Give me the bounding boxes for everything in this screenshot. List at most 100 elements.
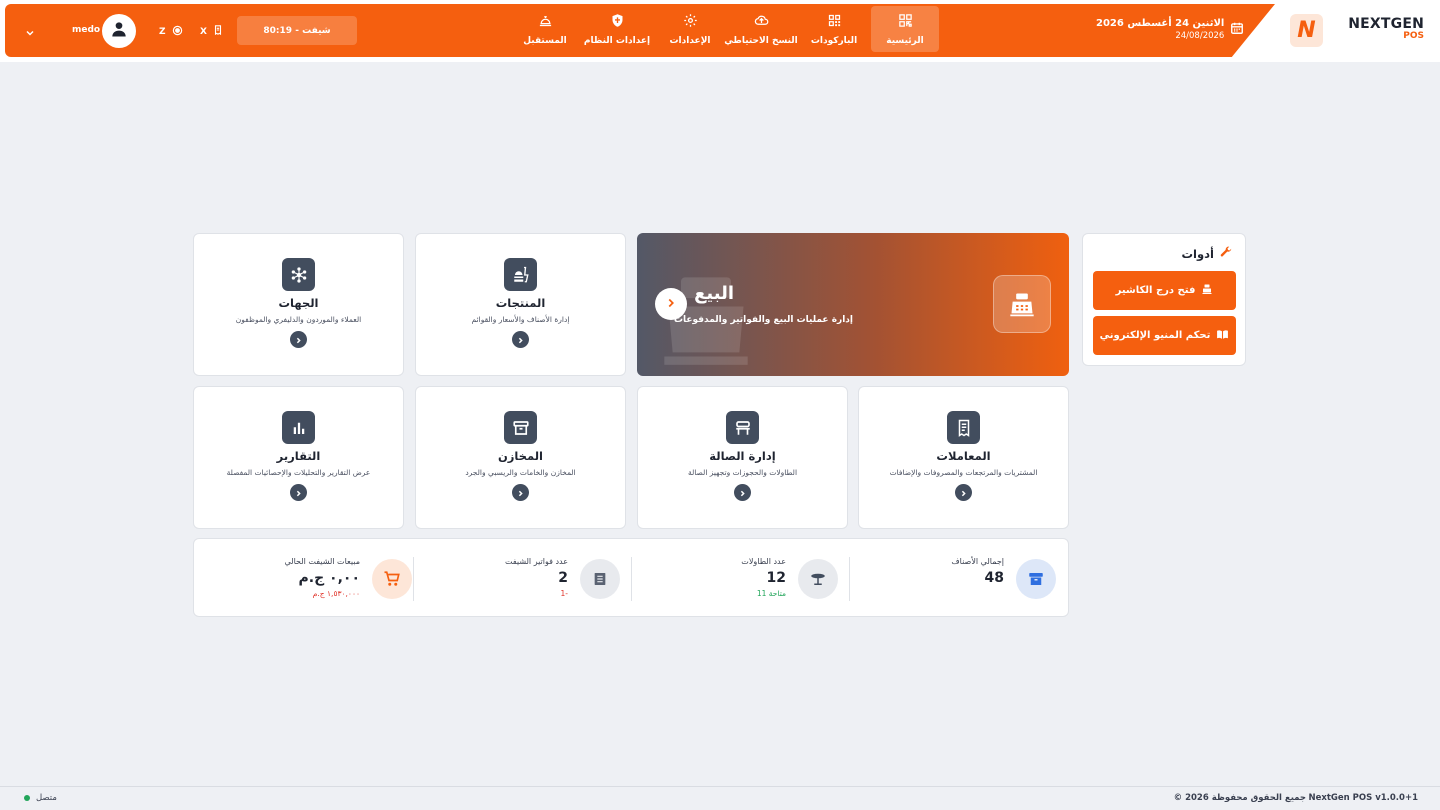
date-main: الاثنين 24 أغسطس 2026 [1096,18,1225,29]
stat-sales-label: مبيعات الشيفت الحالي [284,557,360,566]
stat-items: إجمالي الأصناف 48 [856,557,1056,603]
bar-chart-icon [282,411,315,444]
chevron-right-icon [294,483,303,502]
copyright: © 2026 جميع الحقوق محفوظة [1173,793,1306,803]
user-name: medo [72,25,101,35]
card-reports-desc: عرض التقارير والتحليلات والإحصائيات المف… [226,468,371,477]
chevron-right-icon [294,330,303,349]
card-products[interactable]: المنتجات إدارة الأصناف والأسعار والقوائم [415,233,626,376]
cash-register-icon [993,275,1051,333]
document-icon [580,559,620,599]
nav-barcodes-label: الباركودات [810,35,858,46]
chevron-right-icon [664,295,678,314]
chevron-right-icon [516,483,525,502]
stat-sales: مبيعات الشيفت الحالي ٠,٠٠ ج.م ١,٥٣٠,٠٠٠ … [212,557,412,603]
card-stores-title: المخازن [497,449,543,463]
cashier-icon [1201,283,1213,298]
nav-system-settings[interactable]: إعدادات النظام [584,6,650,52]
nav-reception[interactable]: المستقبل [522,6,568,52]
chevron-right-icon [738,483,747,502]
connection-status-label: متصل [36,793,57,803]
card-transactions[interactable]: المعاملات المشتريات والمرتجعات والمصروفا… [858,386,1069,529]
stat-invoices: عدد فواتير الشيفت 2 1- [420,557,620,603]
e-menu-control-label: تحكم المنيو الإلكتروني [1099,330,1211,341]
z-report-label: Z [159,27,166,37]
user-icon [109,19,129,43]
stat-tables-value: 12 [766,570,786,586]
chevron-down-icon[interactable] [24,24,36,43]
x-report-button[interactable]: X [200,25,223,38]
e-menu-control-button[interactable]: تحكم المنيو الإلكتروني [1093,316,1236,355]
open-cash-drawer-label: فتح درج الكاشير [1115,285,1196,296]
card-reports-title: التقارير [276,449,321,463]
stat-invoices-sub: 1- [560,589,568,598]
stat-invoices-label: عدد فواتير الشيفت [505,557,568,566]
nav-home-label: الرئيسية [886,35,924,46]
cart-icon [372,559,412,599]
stat-tables-sub: 11 متاحة [756,589,786,598]
nav-home[interactable]: الرئيسية [871,6,939,52]
card-transactions-title: المعاملات [936,449,991,463]
avatar[interactable] [102,14,136,48]
stat-sales-sub: ١,٥٣٠,٠٠٠ ج.م [312,589,360,598]
card-products-go[interactable] [512,331,529,348]
menu-book-icon [1216,328,1229,344]
top-bar: NEXTGEN POS N الاثنين 24 أغسطس 2026 24/0… [0,0,1440,62]
sale-title: البيع [694,283,734,304]
logo: N [1290,14,1323,47]
stat-sales-value: ٠,٠٠ ج.م [298,570,361,586]
card-hall[interactable]: إدارة الصالة الطاولات والحجوزات وتجهيز ا… [637,386,848,529]
card-products-desc: إدارة الأصناف والأسعار والقوائم [471,315,570,324]
z-report-button[interactable]: Z [159,25,183,39]
open-cash-drawer-button[interactable]: فتح درج الكاشير [1093,271,1236,310]
card-entities-go[interactable] [290,331,307,348]
card-transactions-go[interactable] [955,484,972,501]
record-icon [172,25,183,39]
card-hall-desc: الطاولات والحجوزات وتجهيز الصالة [687,468,798,477]
stats-bar: إجمالي الأصناف 48 عدد الطاولات 12 11 متا… [193,538,1069,617]
nav-reception-label: المستقبل [523,35,567,46]
stat-tables: عدد الطاولات 12 11 متاحة [638,557,838,603]
food-icon [504,258,537,291]
calendar-icon [1230,20,1244,39]
stat-items-label: إجمالي الأصناف [951,557,1004,566]
tools-panel: أدوات فتح درج الكاشير تحكم المنيو الإلكت… [1082,233,1246,366]
grid-icon [898,13,913,31]
qr-icon [827,13,842,31]
chevron-right-icon [959,483,968,502]
box-icon [1016,559,1056,599]
sale-desc: إدارة عمليات البيع والفواتير والمدفوعات [673,315,853,325]
tools-title: أدوات [1181,246,1215,261]
card-hall-title: إدارة الصالة [709,449,776,463]
table-round-icon [798,559,838,599]
sale-card[interactable]: البيع إدارة عمليات البيع والفواتير والمد… [637,233,1069,376]
card-stores-go[interactable] [512,484,529,501]
card-reports-go[interactable] [290,484,307,501]
x-report-label: X [200,26,207,37]
brand: NEXTGEN POS [1348,16,1424,41]
app-version: NextGen POS v1.0.0+1 [1308,793,1419,803]
receipt-icon [947,411,980,444]
footer: NextGen POS v1.0.0+1 © 2026 جميع الحقوق … [0,786,1440,810]
card-stores[interactable]: المخازن المخازن والخامات والريسبي والجرد [415,386,626,529]
nav-backup-label: النسخ الاحتياطي [724,35,798,46]
network-icon [282,258,315,291]
date-sub: 24/08/2026 [1175,31,1225,41]
connection-status: متصل [24,793,57,803]
cloud-upload-icon [754,13,769,31]
chevron-right-icon [516,330,525,349]
nav-backup[interactable]: النسخ الاحتياطي [724,6,798,52]
card-hall-go[interactable] [734,484,751,501]
nav-settings[interactable]: الإعدادات [664,6,716,52]
card-entities[interactable]: الجهات العملاء والموردون والدليفري والمو… [193,233,404,376]
status-dot-icon [24,795,30,801]
gear-icon [683,13,698,31]
card-transactions-desc: المشتريات والمرتجعات والمصروفات والإضافا… [889,468,1038,477]
nav-system-settings-label: إعدادات النظام [583,35,651,46]
date-display: الاثنين 24 أغسطس 2026 24/08/2026 [1096,18,1244,41]
nav-barcodes[interactable]: الباركودات [806,6,862,52]
shield-icon [610,13,625,31]
stat-divider [413,557,414,601]
card-reports[interactable]: التقارير عرض التقارير والتحليلات والإحصا… [193,386,404,529]
shift-timer[interactable]: شيفت - 80:19 [237,16,357,45]
